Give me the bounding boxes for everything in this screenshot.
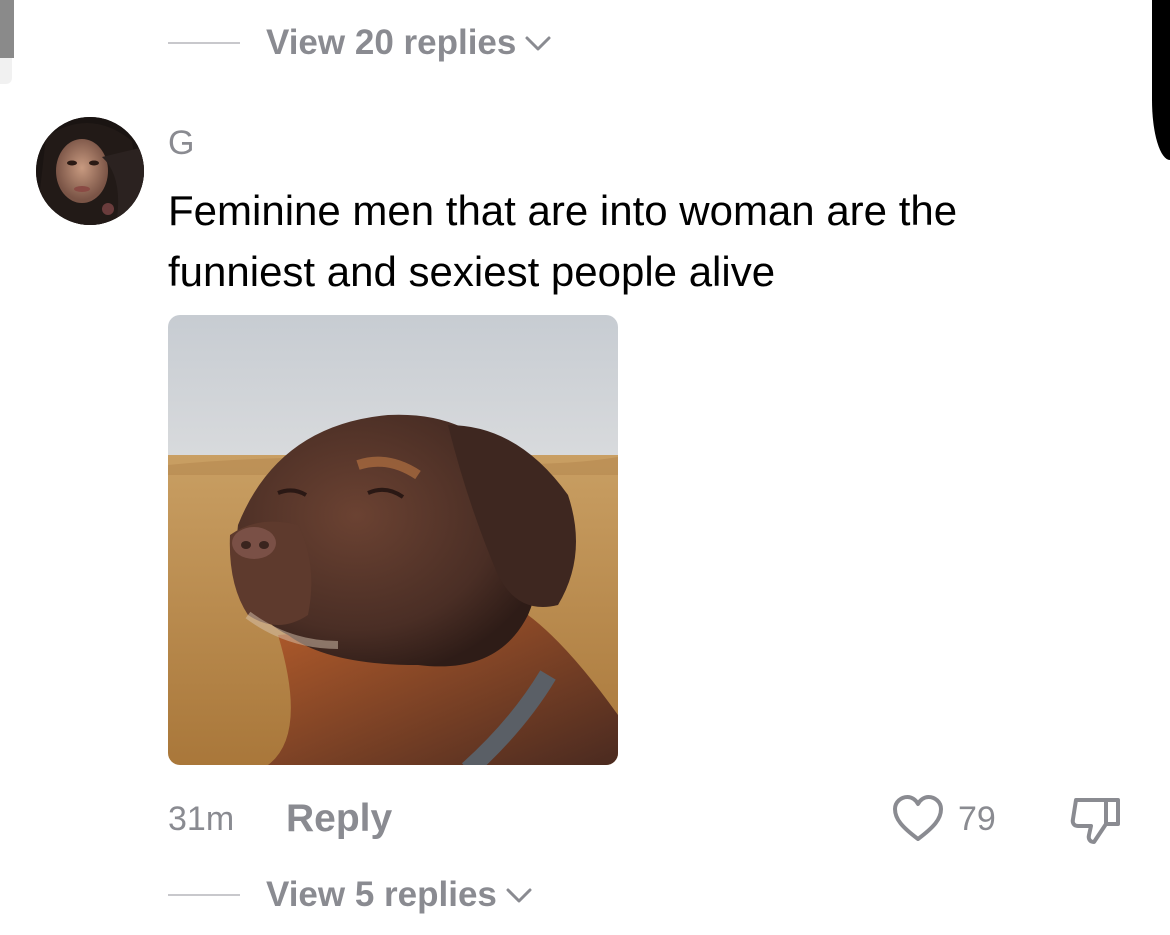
view-replies-button[interactable]: View 20 replies <box>168 20 552 66</box>
thumbs-down-icon[interactable] <box>1068 794 1124 846</box>
view-replies-label: View 5 replies <box>266 875 497 914</box>
avatar[interactable] <box>36 117 144 225</box>
reply-button[interactable]: Reply <box>286 797 392 841</box>
comment-username[interactable]: G <box>168 124 194 163</box>
comment-text: Feminine men that are into woman are the… <box>168 187 958 295</box>
comment-timestamp: 31m <box>168 800 235 838</box>
reply-thread-line <box>168 42 240 44</box>
reply-thread-line <box>168 894 240 896</box>
view-replies-button-bottom[interactable]: View 5 replies <box>168 872 533 918</box>
chevron-down-icon <box>497 875 533 915</box>
background-panel-fragment <box>0 0 14 58</box>
heart-outline-icon[interactable] <box>892 794 944 844</box>
like-count: 79 <box>958 800 996 838</box>
view-replies-label: View 20 replies <box>266 23 517 62</box>
chevron-down-icon <box>516 23 552 63</box>
background-panel-fragment-lower <box>0 58 12 84</box>
edge-overlay <box>1152 0 1170 160</box>
comment-image-dog[interactable] <box>168 315 618 765</box>
